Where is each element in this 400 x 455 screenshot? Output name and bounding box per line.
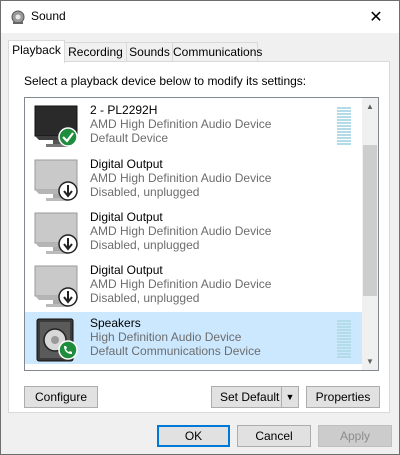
window-title: Sound bbox=[31, 9, 66, 23]
close-button[interactable]: ✕ bbox=[353, 1, 399, 32]
device-row-selected[interactable]: Speakers High Definition Audio Device De… bbox=[25, 312, 363, 364]
set-default-button[interactable]: Set Default ▼ bbox=[211, 386, 299, 408]
down-arrow-icon bbox=[58, 181, 78, 201]
cancel-button[interactable]: Cancel bbox=[237, 425, 311, 447]
device-list[interactable]: 2 - PL2292H AMD High Definition Audio De… bbox=[24, 97, 379, 371]
device-name: 2 - PL2292H bbox=[90, 103, 158, 117]
tab-playback[interactable]: Playback bbox=[8, 40, 65, 63]
instruction-text: Select a playback device below to modify… bbox=[24, 74, 307, 88]
device-driver: AMD High Definition Audio Device bbox=[90, 277, 272, 291]
close-icon: ✕ bbox=[369, 8, 383, 26]
tab-sounds[interactable]: Sounds bbox=[126, 42, 173, 61]
title-bar[interactable]: Sound ✕ bbox=[1, 1, 399, 33]
volume-meter bbox=[337, 320, 351, 358]
down-arrow-icon bbox=[58, 287, 78, 307]
scroll-up-arrow-icon[interactable]: ▲ bbox=[362, 98, 378, 115]
device-status: Disabled, unplugged bbox=[90, 238, 200, 252]
device-driver: AMD High Definition Audio Device bbox=[90, 171, 272, 185]
ok-button[interactable]: OK bbox=[157, 425, 230, 447]
sound-dialog: Sound ✕ Playback Recording Sounds Commun… bbox=[0, 0, 400, 455]
device-status: Default Communications Device bbox=[90, 344, 261, 358]
device-status: Disabled, unplugged bbox=[90, 185, 200, 199]
scroll-down-arrow-icon[interactable]: ▼ bbox=[362, 353, 378, 370]
device-status: Default Device bbox=[90, 131, 169, 145]
device-row[interactable]: Digital Output AMD High Definition Audio… bbox=[25, 206, 363, 258]
device-driver: AMD High Definition Audio Device bbox=[90, 117, 272, 131]
volume-meter bbox=[337, 107, 351, 145]
device-driver: AMD High Definition Audio Device bbox=[90, 224, 272, 238]
device-name: Digital Output bbox=[90, 210, 163, 224]
device-name: Speakers bbox=[90, 316, 141, 330]
device-name: Digital Output bbox=[90, 263, 163, 277]
properties-button[interactable]: Properties bbox=[306, 386, 380, 408]
vertical-scrollbar[interactable]: ▲ ▼ bbox=[362, 98, 378, 370]
down-arrow-icon bbox=[58, 234, 78, 254]
phone-icon bbox=[58, 340, 78, 360]
scroll-thumb[interactable] bbox=[363, 145, 377, 296]
device-status: Disabled, unplugged bbox=[90, 291, 200, 305]
set-default-label: Set Default bbox=[220, 390, 280, 404]
device-row[interactable]: 2 - PL2292H AMD High Definition Audio De… bbox=[25, 99, 363, 151]
device-name: Digital Output bbox=[90, 157, 163, 171]
tab-communications[interactable]: Communications bbox=[172, 42, 262, 61]
speaker-app-icon bbox=[11, 10, 25, 24]
default-check-icon bbox=[58, 127, 78, 147]
device-row[interactable]: Digital Output AMD High Definition Audio… bbox=[25, 259, 363, 311]
configure-button[interactable]: Configure bbox=[24, 386, 98, 408]
tab-recording[interactable]: Recording bbox=[64, 42, 127, 61]
device-row[interactable]: Digital Output AMD High Definition Audio… bbox=[25, 153, 363, 205]
apply-button[interactable]: Apply bbox=[318, 425, 392, 447]
playback-panel: Select a playback device below to modify… bbox=[8, 61, 390, 413]
chevron-down-icon[interactable]: ▼ bbox=[281, 387, 298, 407]
device-driver: High Definition Audio Device bbox=[90, 330, 242, 344]
